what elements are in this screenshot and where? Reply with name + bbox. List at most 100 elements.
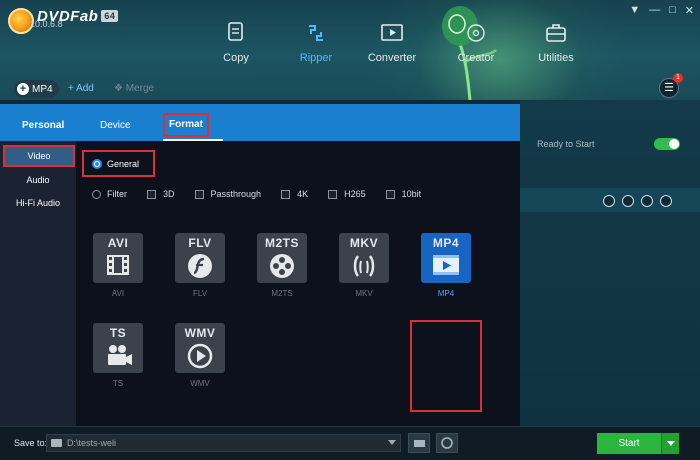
radio-selected-icon xyxy=(92,158,102,169)
app-logo: DVDFab 64 xyxy=(8,8,119,34)
checkbox-icon xyxy=(281,189,291,199)
popup-header: Personal Device Format xyxy=(0,104,520,141)
profile-selector[interactable]: + MP4 xyxy=(14,80,59,98)
share-icon[interactable] xyxy=(622,195,634,207)
browse-folder-button[interactable] xyxy=(408,433,430,453)
edit-icon[interactable] xyxy=(641,195,653,207)
toolbox-icon xyxy=(546,24,566,42)
checkbox-icon xyxy=(147,189,156,199)
module-label: Utilities xyxy=(538,52,574,64)
category-audio[interactable]: Audio xyxy=(0,170,76,190)
version-badge: 64 xyxy=(101,10,119,22)
format-flv[interactable]: FLV FLV xyxy=(174,233,226,298)
format-label: WMV xyxy=(190,379,210,388)
format-title: WMV xyxy=(184,326,216,340)
refresh-icon xyxy=(441,437,453,449)
ready-toggle[interactable] xyxy=(654,138,680,150)
merge-button[interactable]: ❖ Merge xyxy=(114,83,154,94)
close-icon[interactable]: ✕ xyxy=(685,4,694,17)
module-creator[interactable]: Creator xyxy=(436,22,516,64)
add-label: Add xyxy=(76,83,94,94)
category-sidebar: Video Audio Hi-Fi Audio xyxy=(0,141,76,426)
notification-badge: 1 xyxy=(673,73,683,83)
module-label: Creator xyxy=(457,52,495,64)
format-content: General Filter 3D Passthrough 4K H265 10… xyxy=(76,141,520,426)
format-title: M2TS xyxy=(264,236,299,250)
chevron-down-icon[interactable] xyxy=(388,440,396,445)
profile-label: MP4 xyxy=(32,83,53,95)
format-title: MKV xyxy=(349,236,379,250)
module-label: Copy xyxy=(223,52,249,64)
module-ripper[interactable]: Ripper xyxy=(276,22,356,64)
remove-icon[interactable] xyxy=(660,195,672,207)
format-tile: M2TS xyxy=(257,233,307,283)
checkbox-4k[interactable]: 4K xyxy=(281,189,308,199)
bottom-bar: Save to: D:\tests-weli Start xyxy=(0,426,700,460)
camera-icon xyxy=(108,345,132,365)
format-label: MKV xyxy=(355,289,373,298)
pin-icon[interactable]: ▼ xyxy=(629,4,640,17)
general-radio[interactable]: General xyxy=(82,150,155,177)
format-avi[interactable]: AVI AVI xyxy=(92,233,144,298)
converter-icon xyxy=(381,24,403,41)
format-title: MP4 xyxy=(432,236,460,250)
output-path-field[interactable]: D:\tests-weli xyxy=(46,434,401,452)
personal-label[interactable]: Personal xyxy=(22,120,64,131)
format-tile: MP4 xyxy=(421,233,471,283)
copy-icon xyxy=(228,22,243,41)
format-title: TS xyxy=(109,326,127,340)
play-circle-icon xyxy=(187,343,213,369)
module-copy[interactable]: Copy xyxy=(196,22,276,64)
tab-device[interactable]: Device xyxy=(100,120,131,131)
tab-format[interactable]: Format xyxy=(163,113,209,137)
format-title: FLV xyxy=(188,236,212,250)
window-controls: ▼ — □ ✕ xyxy=(629,4,694,17)
filter-label: 4K xyxy=(297,189,309,199)
play-icon xyxy=(433,255,459,275)
format-mp4[interactable]: MP4 MP4 xyxy=(420,233,472,298)
format-label: M2TS xyxy=(271,289,293,298)
filter-label: Filter xyxy=(107,189,127,199)
filter-radio[interactable]: Filter xyxy=(92,189,127,199)
category-hifi-audio[interactable]: Hi-Fi Audio xyxy=(0,193,76,213)
start-button[interactable]: Start xyxy=(597,433,661,454)
merge-label: Merge xyxy=(125,83,155,94)
format-label: TS xyxy=(112,379,124,388)
format-tile: MKV xyxy=(339,233,389,283)
filter-label: 10bit xyxy=(401,189,422,199)
flash-icon xyxy=(188,254,212,278)
checkbox-icon xyxy=(385,189,395,199)
selection-highlight xyxy=(410,320,482,412)
format-mkv[interactable]: MKV MKV xyxy=(338,233,390,298)
format-ts[interactable]: TS TS xyxy=(92,323,144,388)
filter-label: H265 xyxy=(344,189,366,199)
creator-icon xyxy=(467,24,485,42)
filter-label: Passthrough xyxy=(210,189,262,199)
checkbox-3d[interactable]: 3D xyxy=(147,189,175,199)
format-tile: TS xyxy=(93,323,143,373)
module-label: Converter xyxy=(367,52,417,64)
refresh-button[interactable] xyxy=(436,433,458,453)
minimize-icon[interactable]: — xyxy=(649,4,660,17)
radio-icon xyxy=(92,189,101,199)
format-label: AVI xyxy=(111,289,125,298)
format-label: MP4 xyxy=(437,289,455,298)
checkbox-passthrough[interactable]: Passthrough xyxy=(194,189,262,199)
category-video[interactable]: Video xyxy=(3,145,75,167)
checkbox-h265[interactable]: H265 xyxy=(328,189,366,199)
add-button[interactable]: + Add xyxy=(68,83,94,94)
module-utilities[interactable]: Utilities xyxy=(516,22,596,64)
folder-icon xyxy=(51,439,62,447)
format-title: AVI xyxy=(107,236,129,250)
checkbox-10bit[interactable]: 10bit xyxy=(385,189,422,199)
start-options-dropdown[interactable] xyxy=(661,433,679,454)
module-converter[interactable]: Converter xyxy=(352,22,432,64)
format-wmv[interactable]: WMV WMV xyxy=(174,323,226,388)
checkbox-icon xyxy=(194,189,204,199)
ripper-icon xyxy=(309,25,323,41)
play-icon[interactable] xyxy=(603,195,615,207)
maximize-icon[interactable]: □ xyxy=(669,4,676,17)
filter-row: Filter 3D Passthrough 4K H265 10bit xyxy=(92,189,441,199)
checkbox-icon xyxy=(328,189,338,199)
format-m2ts[interactable]: M2TS M2TS xyxy=(256,233,308,298)
